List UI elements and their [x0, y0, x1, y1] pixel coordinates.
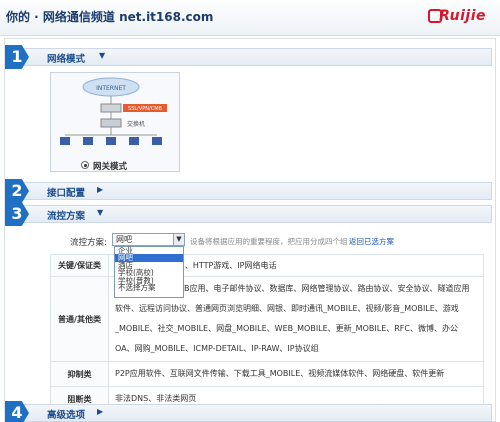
strategy-hint: 设备将根据应用的重要程度，把应用分成四个组 [190, 237, 348, 246]
strategy-label: 流控方案: [70, 238, 107, 248]
chevron-right-icon: ▶ [97, 185, 104, 194]
router-label: SSL/VPN/CMB [128, 106, 162, 112]
section-title: 高级选项 [47, 410, 86, 421]
site-title: 你的 · 网络通信频道 net.it168.com [6, 10, 214, 24]
section-network-mode[interactable]: 1 网络模式 ▼ [5, 45, 492, 69]
pc-icon [152, 137, 162, 145]
chevron-right-icon: ▶ [97, 407, 104, 416]
section-advanced-options[interactable]: 4 高级选项 ▶ [5, 401, 492, 422]
network-mode-card[interactable]: INTERNET SSL/VPN/CMB 交换机 网关模式 [50, 72, 180, 172]
internet-label: INTERNET [96, 85, 126, 92]
strategy-dropdown-list[interactable]: 企业 网吧 酒店 学校(高校) 学校(普教) 不选择方案 [114, 246, 184, 298]
step-number: 1 [5, 45, 29, 69]
table-cell-category: 普通/其他类 [50, 276, 109, 362]
chevron-down-icon[interactable]: ▼ [173, 234, 184, 245]
section-flow-control[interactable]: 3 流控方案 ▼ [5, 202, 492, 226]
pc-icon [129, 137, 139, 145]
chevron-down-icon: ▼ [99, 51, 106, 60]
section-interface-config[interactable]: 2 接口配置 ▶ [5, 179, 492, 203]
pc-icon [83, 137, 93, 145]
table-cell-category: 关键/保证类 [50, 254, 109, 277]
strategy-select[interactable]: 网吧 ▼ [112, 233, 185, 246]
switch-label: 交换机 [127, 120, 145, 128]
top-bar: 你的 · 网络通信频道 net.it168.com Ruijie [0, 0, 500, 36]
return-selected-link[interactable]: 返回已选方案 [349, 236, 394, 247]
table-cell-category: 抑制类 [50, 361, 109, 387]
strategy-select-value: 网吧 [116, 235, 132, 244]
brand-name: Ruijie [439, 8, 486, 24]
table-cell-items: P2P应用软件、互联网文件传输、下载工具_MOBILE、视频流媒体软件、网络硬盘… [108, 361, 484, 387]
section-title: 流控方案 [47, 211, 86, 222]
pc-icon [106, 137, 116, 145]
router-icon [100, 103, 122, 113]
gateway-mode-label: 网关模式 [93, 162, 128, 172]
network-topology-diagram: INTERNET SSL/VPN/CMB 交换机 [60, 77, 167, 145]
switch-icon [100, 118, 122, 128]
dropdown-option[interactable]: 不选择方案 [115, 283, 183, 291]
step-number: 3 [5, 202, 29, 226]
table-row: 抑制类 P2P应用软件、互联网文件传输、下载工具_MOBILE、视频流媒体软件、… [50, 361, 484, 387]
step-number: 4 [5, 401, 29, 422]
step-number: 2 [5, 179, 29, 203]
section-title: 接口配置 [47, 188, 86, 199]
pc-icon [60, 137, 70, 145]
gateway-mode-radio[interactable] [81, 161, 89, 169]
chevron-down-icon: ▼ [97, 208, 104, 217]
section-title: 网络模式 [47, 54, 86, 65]
